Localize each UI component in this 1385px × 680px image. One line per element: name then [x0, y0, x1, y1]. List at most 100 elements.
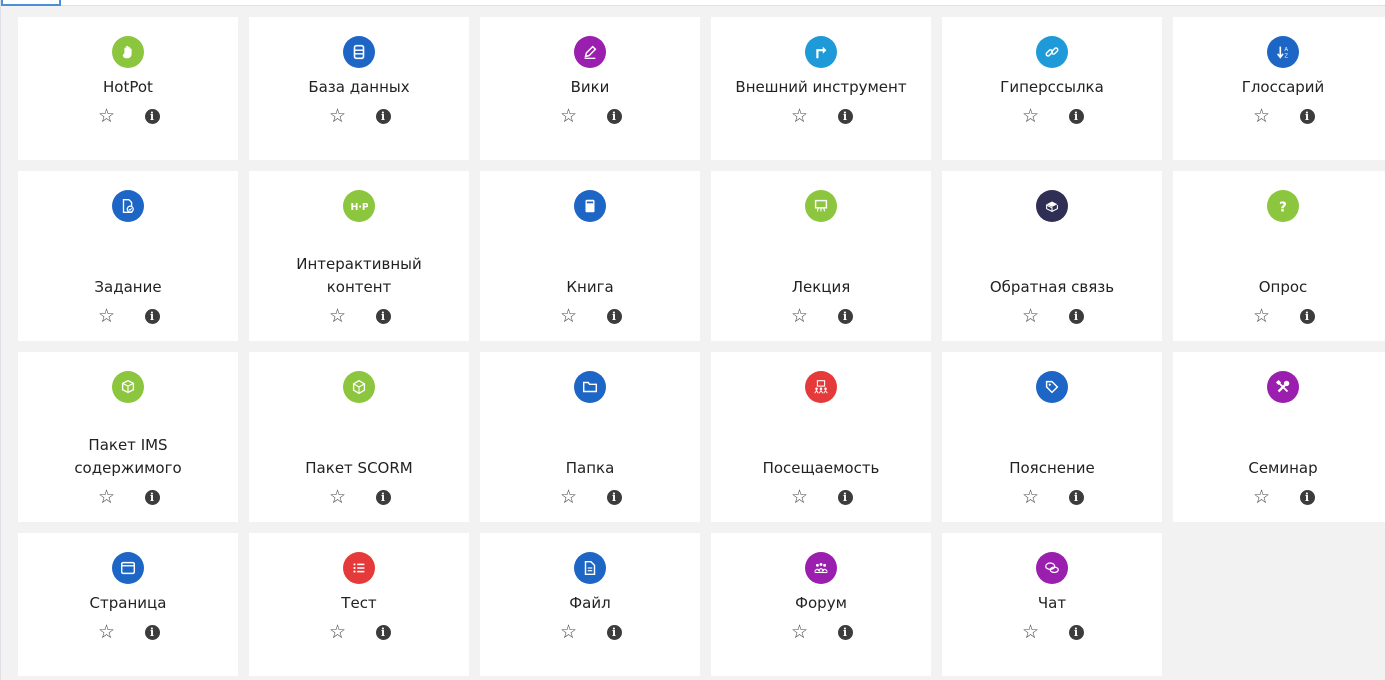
info-icon[interactable]: i [375, 108, 391, 124]
star-icon[interactable]: ☆ [97, 622, 117, 642]
module-name: Глоссарий [1241, 78, 1325, 96]
module-actions: ☆ i [1021, 306, 1084, 326]
info-icon[interactable]: i [606, 489, 622, 505]
info-icon[interactable]: i [1299, 308, 1315, 324]
star-icon[interactable]: ☆ [97, 487, 117, 507]
info-icon[interactable]: i [144, 308, 160, 324]
module-tile[interactable]: Тест ☆ i [249, 533, 469, 676]
sort-az-icon: AZ [1267, 36, 1299, 68]
info-icon[interactable]: i [1068, 308, 1084, 324]
module-tile[interactable]: Гиперссылка ☆ i [942, 17, 1162, 160]
book-icon [574, 190, 606, 222]
assignment-icon [112, 190, 144, 222]
module-actions: ☆ i [97, 622, 160, 642]
info-icon[interactable]: i [837, 624, 853, 640]
module-tile[interactable]: Семинар ☆ i [1173, 352, 1385, 522]
star-icon[interactable]: ☆ [1252, 306, 1272, 326]
module-tile[interactable]: Пояснение ☆ i [942, 352, 1162, 522]
module-tile[interactable]: HotPot ☆ i [18, 17, 238, 160]
module-name: Посещаемость [762, 459, 880, 477]
module-name: Файл [569, 594, 611, 612]
module-actions: ☆ i [790, 622, 853, 642]
info-icon[interactable]: i [1299, 108, 1315, 124]
module-tile[interactable]: База данных ☆ i [249, 17, 469, 160]
star-icon[interactable]: ☆ [1252, 106, 1272, 126]
module-actions: ☆ i [790, 106, 853, 126]
presentation-icon [805, 190, 837, 222]
module-tile[interactable]: H·P Интерактивный контент ☆ i [249, 171, 469, 341]
module-tile[interactable]: Внешний инструмент ☆ i [711, 17, 931, 160]
module-name: Интерактивный контент [296, 255, 422, 296]
module-tile[interactable]: Страница ☆ i [18, 533, 238, 676]
module-tile[interactable]: Пакет SCORM ☆ i [249, 352, 469, 522]
module-grid: HotPot ☆ i База данных ☆ i Вики ☆ i Внешний инстр… [18, 17, 1385, 676]
info-icon[interactable]: i [144, 624, 160, 640]
module-name: Пакет IMS содержимого [74, 436, 182, 477]
module-actions: ☆ i [559, 306, 622, 326]
info-icon[interactable]: i [837, 308, 853, 324]
module-actions: ☆ i [790, 487, 853, 507]
package-icon [112, 371, 144, 403]
star-icon[interactable]: ☆ [328, 487, 348, 507]
star-icon[interactable]: ☆ [97, 106, 117, 126]
module-tile[interactable]: A Z Глоссарий ☆ i [1173, 17, 1385, 160]
module-tile[interactable]: Папка ☆ i [480, 352, 700, 522]
star-icon[interactable]: ☆ [559, 106, 579, 126]
svg-text:?: ? [1279, 199, 1287, 215]
info-icon[interactable]: i [375, 624, 391, 640]
info-icon[interactable]: i [606, 108, 622, 124]
module-tile[interactable]: Обратная связь ☆ i [942, 171, 1162, 341]
info-icon[interactable]: i [144, 489, 160, 505]
scorm-package-icon [343, 371, 375, 403]
module-actions: ☆ i [559, 106, 622, 126]
info-icon[interactable]: i [606, 624, 622, 640]
star-icon[interactable]: ☆ [1021, 622, 1041, 642]
attendance-icon [805, 371, 837, 403]
info-icon[interactable]: i [837, 108, 853, 124]
info-icon[interactable]: i [1068, 489, 1084, 505]
info-icon[interactable]: i [1068, 108, 1084, 124]
module-actions: ☆ i [97, 106, 160, 126]
svg-text:Z: Z [1284, 53, 1288, 59]
info-icon[interactable]: i [144, 108, 160, 124]
module-tile[interactable]: Чат ☆ i [942, 533, 1162, 676]
module-tile[interactable]: Вики ☆ i [480, 17, 700, 160]
info-icon[interactable]: i [375, 489, 391, 505]
module-tile[interactable]: Лекция ☆ i [711, 171, 931, 341]
module-name: База данных [308, 78, 410, 96]
star-icon[interactable]: ☆ [790, 106, 810, 126]
svg-text:H·P: H·P [350, 202, 368, 213]
star-icon[interactable]: ☆ [1021, 106, 1041, 126]
module-tile[interactable]: Файл ☆ i [480, 533, 700, 676]
star-icon[interactable]: ☆ [559, 622, 579, 642]
star-icon[interactable]: ☆ [790, 487, 810, 507]
module-actions: ☆ i [328, 106, 391, 126]
chat-icon [1036, 552, 1068, 584]
info-icon[interactable]: i [837, 489, 853, 505]
module-tile[interactable]: Форум ☆ i [711, 533, 931, 676]
info-icon[interactable]: i [1068, 624, 1084, 640]
star-icon[interactable]: ☆ [790, 306, 810, 326]
module-tile[interactable]: Задание ☆ i [18, 171, 238, 341]
focused-tab-indicator[interactable] [1, 0, 61, 6]
info-icon[interactable]: i [1299, 489, 1315, 505]
module-tile[interactable]: Пакет IMS содержимого ☆ i [18, 352, 238, 522]
star-icon[interactable]: ☆ [328, 106, 348, 126]
info-icon[interactable]: i [606, 308, 622, 324]
module-tile[interactable]: Посещаемость ☆ i [711, 352, 931, 522]
module-tile[interactable]: Книга ☆ i [480, 171, 700, 341]
module-name: Страница [89, 594, 167, 612]
star-icon[interactable]: ☆ [97, 306, 117, 326]
star-icon[interactable]: ☆ [790, 622, 810, 642]
star-icon[interactable]: ☆ [1021, 487, 1041, 507]
star-icon[interactable]: ☆ [328, 622, 348, 642]
info-icon[interactable]: i [375, 308, 391, 324]
module-name: Чат [1037, 594, 1067, 612]
module-actions: ☆ i [97, 306, 160, 326]
star-icon[interactable]: ☆ [1252, 487, 1272, 507]
module-tile[interactable]: ? Опрос ☆ i [1173, 171, 1385, 341]
star-icon[interactable]: ☆ [328, 306, 348, 326]
star-icon[interactable]: ☆ [559, 306, 579, 326]
star-icon[interactable]: ☆ [559, 487, 579, 507]
star-icon[interactable]: ☆ [1021, 306, 1041, 326]
